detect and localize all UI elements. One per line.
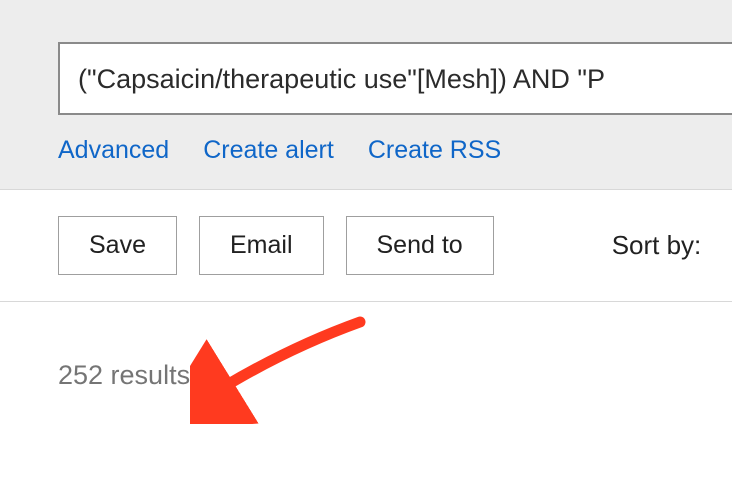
email-button[interactable]: Email (199, 216, 324, 275)
sort-by-label: Sort by: (612, 229, 702, 262)
create-rss-link[interactable]: Create RSS (368, 136, 501, 165)
results-toolbar: Save Email Send to Sort by: (0, 190, 732, 302)
save-button[interactable]: Save (58, 216, 177, 275)
create-alert-link[interactable]: Create alert (203, 136, 334, 165)
action-button-group: Save Email Send to (58, 216, 494, 275)
send-to-button[interactable]: Send to (346, 216, 494, 275)
search-input[interactable] (58, 42, 732, 115)
search-links-row: Advanced Create alert Create RSS (58, 136, 732, 165)
advanced-link[interactable]: Advanced (58, 136, 169, 165)
search-region: Advanced Create alert Create RSS (0, 0, 732, 190)
results-count: 252 results (58, 360, 732, 391)
results-area: 252 results (0, 302, 732, 500)
